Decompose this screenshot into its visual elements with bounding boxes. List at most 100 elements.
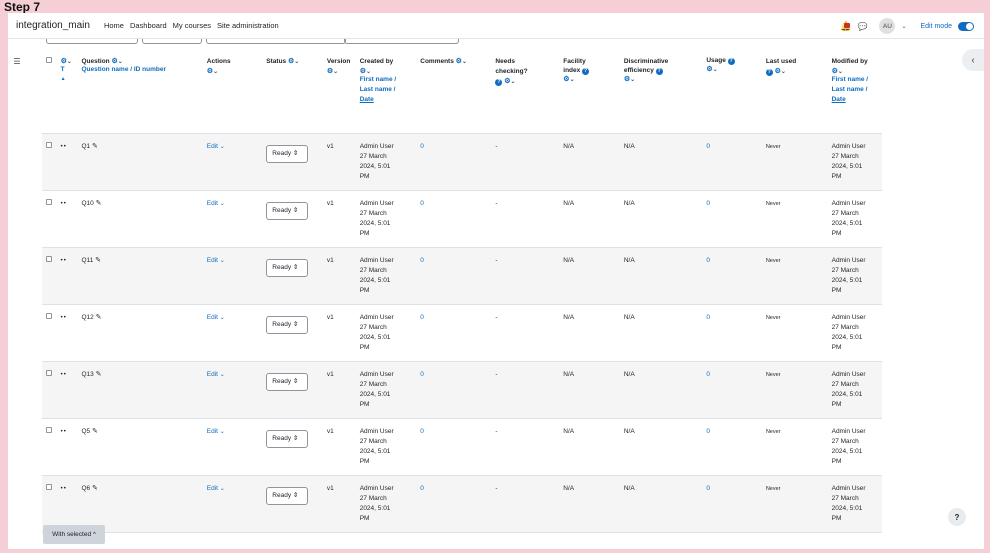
sort-question-name-link[interactable]: Question name [81,66,128,73]
question-circle-icon[interactable]: ? [582,68,590,75]
chevron-down-icon[interactable]: ⌄ [67,59,72,65]
comments-count-link[interactable]: 0 [420,257,424,264]
filter-field-4[interactable] [344,39,459,44]
nav-home[interactable]: Home [104,21,124,30]
comments-count-link[interactable]: 0 [420,314,424,321]
sort-modified-date[interactable]: Date [832,95,878,105]
usage-count-link[interactable]: 0 [706,371,710,378]
block-drawer-toggle-icon[interactable]: ‹ [962,49,984,71]
filter-field-1[interactable] [46,39,138,44]
question-circle-icon[interactable]: ? [655,68,663,75]
pencil-icon[interactable]: ✎ [92,143,98,150]
status-select[interactable]: Ready ⇕ [266,429,309,448]
question-circle-icon[interactable]: ? [495,79,503,86]
edit-menu-link[interactable]: Edit [207,314,218,321]
status-select[interactable]: Ready ⇕ [266,144,309,163]
filter-field-3[interactable] [206,39,346,44]
status-select[interactable]: Ready ⇕ [266,315,309,334]
chevron-down-icon[interactable]: ⌄ [220,429,225,435]
edit-menu-link[interactable]: Edit [207,257,218,264]
row-last-used-cell: Never [761,418,828,476]
question-circle-icon[interactable]: ? [765,69,773,76]
nav-dashboard[interactable]: Dashboard [130,21,167,30]
row-checkbox[interactable] [46,483,52,490]
site-name[interactable]: integration_main [16,20,90,31]
comments-count-link[interactable]: 0 [420,143,424,150]
chevron-down-icon[interactable]: ⌄ [713,67,718,73]
status-select[interactable]: Ready ⇕ [266,201,309,220]
sort-modified-last-name[interactable]: Last name [832,86,864,93]
usage-count-link[interactable]: 0 [706,485,710,492]
edit-menu-link[interactable]: Edit [207,143,218,150]
drag-handle-icon[interactable]: •• [61,258,67,264]
comments-count-link[interactable]: 0 [420,428,424,435]
sort-type-link[interactable]: T [61,65,74,75]
usage-count-link[interactable]: 0 [706,143,710,150]
pencil-icon[interactable]: ✎ [95,257,101,264]
pencil-icon[interactable]: ✎ [96,371,102,378]
comments-count-link[interactable]: 0 [420,485,424,492]
pencil-icon[interactable]: ✎ [96,314,102,321]
course-index-toggle-icon[interactable]: ☰ [8,51,26,71]
row-checkbox[interactable] [46,426,52,433]
usage-count-link[interactable]: 0 [706,257,710,264]
nav-site-administration[interactable]: Site administration [217,21,279,30]
chevron-down-icon[interactable]: ⌄ [220,258,225,264]
edit-menu-link[interactable]: Edit [207,200,218,207]
comments-count-link[interactable]: 0 [420,371,424,378]
status-select[interactable]: Ready ⇕ [266,372,309,391]
row-checkbox[interactable] [46,255,52,262]
row-checkbox[interactable] [46,141,52,148]
row-checkbox[interactable] [46,369,52,376]
chevron-down-icon[interactable]: ⌄ [220,486,225,492]
chevron-down-icon[interactable]: ⌄ [511,79,516,85]
with-selected-button[interactable]: With selected ^ [43,525,105,544]
edit-menu-link[interactable]: Edit [207,371,218,378]
chevron-down-icon[interactable]: ⌄ [333,69,338,75]
row-checkbox[interactable] [46,198,52,205]
chevron-down-icon[interactable]: ⌄ [220,315,225,321]
chevron-down-icon[interactable]: ⌄ [630,77,635,83]
drag-handle-icon[interactable]: •• [61,315,67,321]
edit-menu-link[interactable]: Edit [207,485,218,492]
filter-field-2[interactable] [142,39,202,44]
sort-created-last-name[interactable]: Last name [360,86,392,93]
chevron-down-icon[interactable]: ⌄ [781,69,786,75]
edit-menu-link[interactable]: Edit [207,428,218,435]
sort-created-date[interactable]: Date [360,95,413,105]
help-button[interactable]: ? [948,508,966,526]
drag-handle-icon[interactable]: •• [61,144,67,150]
pencil-icon[interactable]: ✎ [92,428,98,435]
sort-created-first-name[interactable]: First name [360,76,393,83]
chevron-down-icon[interactable]: ⌄ [294,59,299,65]
sort-modified-first-name[interactable]: First name [832,76,865,83]
usage-count-link[interactable]: 0 [706,314,710,321]
drag-handle-icon[interactable]: •• [61,486,67,492]
chevron-down-icon[interactable]: ⌄ [220,144,225,150]
drag-handle-icon[interactable]: •• [61,201,67,207]
usage-count-link[interactable]: 0 [706,428,710,435]
drag-handle-icon[interactable]: •• [61,429,67,435]
row-checkbox[interactable] [46,312,52,319]
question-circle-icon[interactable]: ? [727,58,735,65]
pencil-icon[interactable]: ✎ [92,485,98,492]
chevron-down-icon[interactable]: ⌄ [220,201,225,207]
avatar[interactable]: AU [879,18,896,34]
chevron-down-icon[interactable]: ⌄ [570,77,575,83]
chat-icon[interactable]: 💬 [857,22,867,31]
chevron-down-icon[interactable]: ⌄ [220,372,225,378]
chevron-down-icon[interactable]: ⌄ [901,23,906,30]
status-select[interactable]: Ready ⇕ [266,258,309,277]
edit-mode-toggle[interactable] [958,21,974,31]
sort-id-number-link[interactable]: ID number [134,66,166,73]
comments-count-link[interactable]: 0 [420,200,424,207]
chevron-down-icon[interactable]: ⌄ [462,59,467,65]
status-select[interactable]: Ready ⇕ [266,486,309,505]
pencil-icon[interactable]: ✎ [96,200,102,207]
drag-handle-icon[interactable]: •• [61,372,67,378]
chevron-down-icon[interactable]: ⌄ [213,69,218,75]
bell-icon[interactable]: 🔔 [840,21,851,32]
select-all-checkbox[interactable] [46,57,52,63]
usage-count-link[interactable]: 0 [706,200,710,207]
nav-my-courses[interactable]: My courses [173,21,211,30]
